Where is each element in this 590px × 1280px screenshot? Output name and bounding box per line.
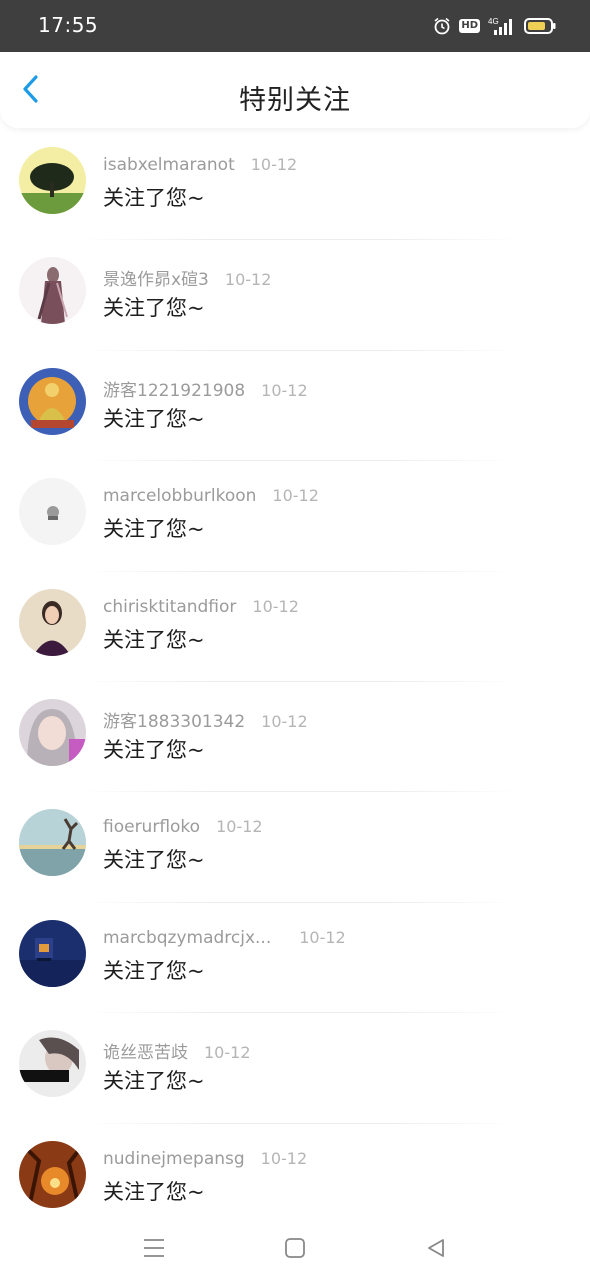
header: 特别关注	[0, 52, 590, 128]
message: 关注了您~	[103, 737, 205, 762]
avatar[interactable]	[19, 919, 86, 987]
network-label: 4G	[488, 17, 499, 26]
name-line: 景逸作昴x碹3 10-12	[103, 265, 272, 290]
name-line: isabxelmaranot 10-12	[103, 155, 297, 177]
message: 关注了您~	[103, 627, 205, 652]
list-item[interactable]: marcelobburlkoon 10-12 关注了您~	[0, 461, 590, 572]
username[interactable]: nudinejmepansg	[103, 1149, 245, 1169]
date: 10-12	[252, 596, 299, 616]
avatar[interactable]	[19, 147, 86, 214]
signal-icon: 4G	[488, 16, 516, 36]
avatar[interactable]	[19, 257, 86, 325]
name-line: 游客1221921908 10-12	[103, 376, 308, 401]
list-item[interactable]: chirisktitandfior 10-12 关注了您~	[0, 572, 590, 682]
name-line: marcelobburlkoon 10-12	[103, 486, 319, 508]
message: 关注了您~	[103, 296, 205, 321]
date: 10-12	[260, 1148, 308, 1168]
list-item[interactable]: nudinejmepansg 10-12 关注了您~	[0, 1124, 590, 1234]
navigation-bar	[0, 1220, 590, 1280]
battery-icon	[524, 17, 556, 35]
status-bar: 17:55 HD 4G	[0, 0, 590, 52]
home-button[interactable]	[277, 1232, 313, 1268]
date: 10-12	[250, 155, 298, 174]
date: 10-12	[224, 270, 272, 290]
date: 10-12	[272, 486, 319, 506]
avatar[interactable]	[19, 367, 86, 435]
date: 10-12	[261, 380, 308, 400]
back-nav-button[interactable]	[418, 1232, 454, 1268]
avatar[interactable]	[19, 478, 86, 546]
username[interactable]: fioerurfloko	[103, 817, 200, 837]
message: 关注了您~	[103, 1069, 205, 1094]
alarm-icon	[433, 17, 451, 35]
date: 10-12	[216, 817, 263, 837]
list-item[interactable]: fioerurfloko 10-12 关注了您~	[0, 792, 590, 903]
username[interactable]: chirisktitandfior	[103, 597, 236, 617]
list-item[interactable]: 景逸作昴x碹3 10-12 关注了您~	[0, 240, 590, 351]
list-item[interactable]: isabxelmaranot 10-12 关注了您~	[0, 130, 590, 241]
status-time: 17:55	[38, 13, 99, 37]
avatar[interactable]	[19, 698, 86, 766]
home-icon	[285, 1238, 305, 1262]
list-item[interactable]: marcbqzymadrcjx... 10-12 关注了您~	[0, 903, 590, 1014]
message: 关注了您~	[103, 406, 205, 431]
page-title: 特别关注	[239, 85, 351, 116]
menu-icon	[143, 1238, 165, 1262]
message: 关注了您~	[103, 1179, 205, 1204]
message: 关注了您~	[103, 848, 205, 873]
message: 关注了您~	[103, 186, 205, 210]
name-line: marcbqzymadrcjx... 10-12	[103, 928, 346, 950]
message: 关注了您~	[103, 958, 205, 983]
name-line: nudinejmepansg 10-12	[103, 1149, 307, 1171]
username[interactable]: 诡丝恶苦歧	[103, 1038, 188, 1063]
date: 10-12	[204, 1043, 251, 1063]
status-icons: HD 4G	[433, 14, 556, 38]
username[interactable]: marcelobburlkoon	[103, 486, 256, 506]
date: 10-12	[261, 711, 308, 731]
list-item[interactable]: 游客1883301342 10-12 关注了您~	[0, 682, 590, 793]
menu-button[interactable]	[136, 1232, 172, 1268]
username[interactable]: 景逸作昴x碹3	[103, 265, 209, 290]
name-line: chirisktitandfior 10-12	[103, 597, 299, 619]
avatar[interactable]	[19, 1140, 86, 1208]
name-line: 游客1883301342 10-12	[103, 707, 308, 732]
date: 10-12	[299, 927, 346, 947]
username[interactable]: isabxelmaranot	[103, 155, 235, 175]
username[interactable]: 游客1883301342	[103, 707, 245, 732]
list-item[interactable]: 诡丝恶苦歧 10-12 关注了您~	[0, 1013, 590, 1124]
list-item[interactable]: 游客1221921908 10-12 关注了您~	[0, 351, 590, 462]
name-line: fioerurfloko 10-12	[103, 817, 263, 839]
message: 关注了您~	[103, 517, 205, 542]
username[interactable]: marcbqzymadrcjx...	[103, 928, 271, 948]
avatar[interactable]	[19, 1030, 86, 1098]
back-triangle-icon	[426, 1238, 446, 1262]
avatar[interactable]	[19, 809, 86, 877]
name-line: 诡丝恶苦歧 10-12	[103, 1038, 251, 1063]
avatar[interactable]	[19, 588, 86, 656]
follow-notification-list: isabxelmaranot 10-12 关注了您~ 景逸作昴x碹3 10-12…	[0, 130, 590, 1234]
username[interactable]: 游客1221921908	[103, 376, 245, 401]
hd-badge: HD	[459, 19, 480, 33]
